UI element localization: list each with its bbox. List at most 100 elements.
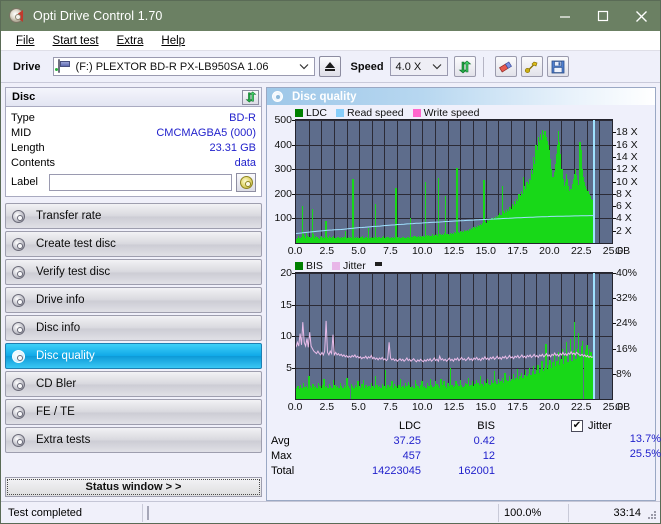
progress-bar bbox=[147, 505, 149, 520]
tools-icon bbox=[524, 61, 538, 73]
y-axis-tick: 20 bbox=[280, 267, 295, 279]
erase-button[interactable] bbox=[494, 56, 517, 77]
bis-x-unit: GB bbox=[615, 401, 631, 413]
drive-toolbar: Drive (F:) PLEXTOR BD-R PX-LB950SA 1.06 … bbox=[1, 51, 660, 83]
refresh-button[interactable] bbox=[453, 56, 476, 77]
cd-icon bbox=[239, 175, 253, 189]
status-message: Test completed bbox=[3, 503, 143, 522]
menu-help[interactable]: Help bbox=[152, 33, 194, 49]
sidebar-item-verify-test-disc[interactable]: Verify test disc bbox=[5, 259, 262, 285]
refresh-icon bbox=[458, 60, 471, 73]
y2-axis-tick: 14 X bbox=[613, 150, 638, 163]
refresh-icon bbox=[245, 91, 256, 103]
bis-plot-area[interactable] bbox=[295, 272, 613, 400]
speed-select[interactable]: 4.0 X bbox=[389, 57, 448, 76]
y2-axis-tick: 32% bbox=[612, 292, 638, 305]
bis-chart-legend: BIS Jitter bbox=[269, 260, 651, 272]
ldc-plot-area[interactable] bbox=[295, 119, 613, 244]
menu-extra-label: Extra bbox=[116, 34, 144, 47]
jitter-stats: ✔ Jitter 13.7% 25.5% bbox=[571, 418, 661, 498]
drive-select[interactable]: (F:) PLEXTOR BD-R PX-LB950SA 1.06 bbox=[52, 57, 315, 76]
sidebar-item-label: Drive info bbox=[36, 294, 85, 306]
disc-label-browse-button[interactable] bbox=[236, 172, 256, 192]
sidebar-item-disc-quality[interactable]: Disc quality bbox=[5, 343, 262, 369]
disc-row-length: Length 23.31 GB bbox=[11, 140, 256, 155]
stats-col-ldc: LDC bbox=[398, 419, 421, 432]
menu-file[interactable]: File bbox=[7, 33, 44, 49]
stats-max-ldc: 457 bbox=[402, 449, 421, 462]
status-window-button[interactable]: Status window > > bbox=[5, 477, 262, 497]
y-axis-tick: 200 bbox=[274, 187, 295, 200]
resize-grip[interactable] bbox=[646, 509, 658, 521]
y2-axis-tick: 12 X bbox=[613, 163, 638, 176]
disc-label-input[interactable] bbox=[49, 173, 232, 191]
disc-icon bbox=[12, 349, 30, 363]
eject-button[interactable] bbox=[318, 56, 341, 77]
stats-row-label: Total bbox=[271, 464, 295, 477]
bis-x-axis: 0.0 2.5 5.0 7.5 10.0 12.5 15.0 17.5 20.0 22.5 25.0… bbox=[269, 400, 651, 414]
bis-chart: 5 10 15 20 8% 16% 24% 32% 40% bbox=[269, 267, 651, 400]
menu-start-test[interactable]: Start test bbox=[44, 33, 108, 49]
y2-axis-tick: 16% bbox=[612, 342, 638, 355]
sidebar-item-fe-te[interactable]: FE / TE bbox=[5, 399, 262, 425]
menu-file-label: File bbox=[16, 34, 35, 47]
y2-axis-tick: 8% bbox=[612, 367, 632, 380]
refresh-disc-button[interactable] bbox=[242, 89, 259, 105]
y2-axis-tick: 6 X bbox=[613, 200, 632, 213]
app-window: Opti Drive Control 1.70 File Start test … bbox=[0, 0, 661, 524]
ldc-y2-axis: 2 X4 X6 X8 X 10 X 12 X 14 X 16 X 18 X bbox=[613, 119, 651, 244]
x-axis-tick: 0.0 bbox=[287, 401, 303, 413]
y2-axis-tick: 10 X bbox=[613, 175, 638, 188]
legend-label: BIS bbox=[306, 260, 323, 272]
legend-ldc: LDC bbox=[295, 107, 327, 119]
x-axis-tick: 22.5 bbox=[570, 401, 592, 413]
y2-axis-tick: 24% bbox=[612, 317, 638, 330]
position-cursor bbox=[593, 120, 596, 243]
disc-icon bbox=[12, 293, 30, 307]
x-axis-tick: 17.5 bbox=[507, 401, 528, 413]
sidebar-item-create-test-disc[interactable]: Create test disc bbox=[5, 231, 262, 257]
sidebar-item-label: Verify test disc bbox=[36, 266, 111, 278]
sidebar-item-disc-info[interactable]: Disc info bbox=[5, 315, 262, 341]
x-axis-tick: 7.5 bbox=[383, 245, 398, 257]
sidebar-item-transfer-rate[interactable]: Transfer rate bbox=[5, 203, 262, 229]
speed-label: Speed bbox=[350, 60, 384, 73]
disc-icon bbox=[12, 377, 30, 391]
y2-axis-tick: 8 X bbox=[613, 187, 632, 200]
stats-avg-ldc: 37.25 bbox=[393, 434, 421, 447]
disc-icon bbox=[12, 321, 30, 335]
x-axis-tick: 12.5 bbox=[443, 401, 465, 413]
tools-button[interactable] bbox=[520, 56, 543, 77]
sidebar-item-cd-bler[interactable]: CD Bler bbox=[5, 371, 262, 397]
x-axis-tick: 5.0 bbox=[351, 245, 366, 257]
x-axis-tick: 10.0 bbox=[411, 245, 433, 257]
legend-swatch bbox=[331, 262, 340, 270]
legend-label: Write speed bbox=[423, 107, 480, 119]
sidebar-item-extra-tests[interactable]: Extra tests bbox=[5, 427, 262, 453]
window-title: Opti Drive Control 1.70 bbox=[33, 9, 163, 23]
minimize-button[interactable] bbox=[546, 1, 584, 31]
legend-read-speed: Read speed bbox=[336, 107, 404, 119]
progress-percent: 100.0% bbox=[498, 503, 568, 522]
y-axis-tick: 5 bbox=[286, 361, 295, 374]
menu-extra[interactable]: Extra bbox=[108, 33, 153, 49]
disc-icon bbox=[12, 265, 30, 279]
close-button[interactable] bbox=[622, 1, 660, 31]
disc-row-type: Type BD-R bbox=[11, 110, 256, 125]
x-axis-tick: 2.5 bbox=[319, 401, 335, 413]
sidebar-item-label: Transfer rate bbox=[36, 210, 102, 222]
maximize-button[interactable] bbox=[584, 1, 622, 31]
x-axis-tick: 10.0 bbox=[411, 401, 433, 413]
stats-col-bis: BIS bbox=[477, 419, 495, 432]
disc-row-contents: Contents data bbox=[11, 155, 256, 170]
toolbar-separator bbox=[482, 56, 484, 77]
jitter-checkbox[interactable]: ✔ bbox=[571, 419, 583, 432]
legend-label: Read speed bbox=[347, 107, 404, 119]
x-axis-tick: 22.5 bbox=[570, 245, 592, 257]
drive-label: Drive bbox=[13, 60, 41, 73]
save-button[interactable] bbox=[546, 56, 569, 77]
table-row: Total 14223045 162001 bbox=[271, 463, 571, 478]
sidebar-item-drive-info[interactable]: Drive info bbox=[5, 287, 262, 313]
legend-jitter: Jitter bbox=[331, 260, 366, 272]
legend-swatch bbox=[295, 262, 303, 270]
